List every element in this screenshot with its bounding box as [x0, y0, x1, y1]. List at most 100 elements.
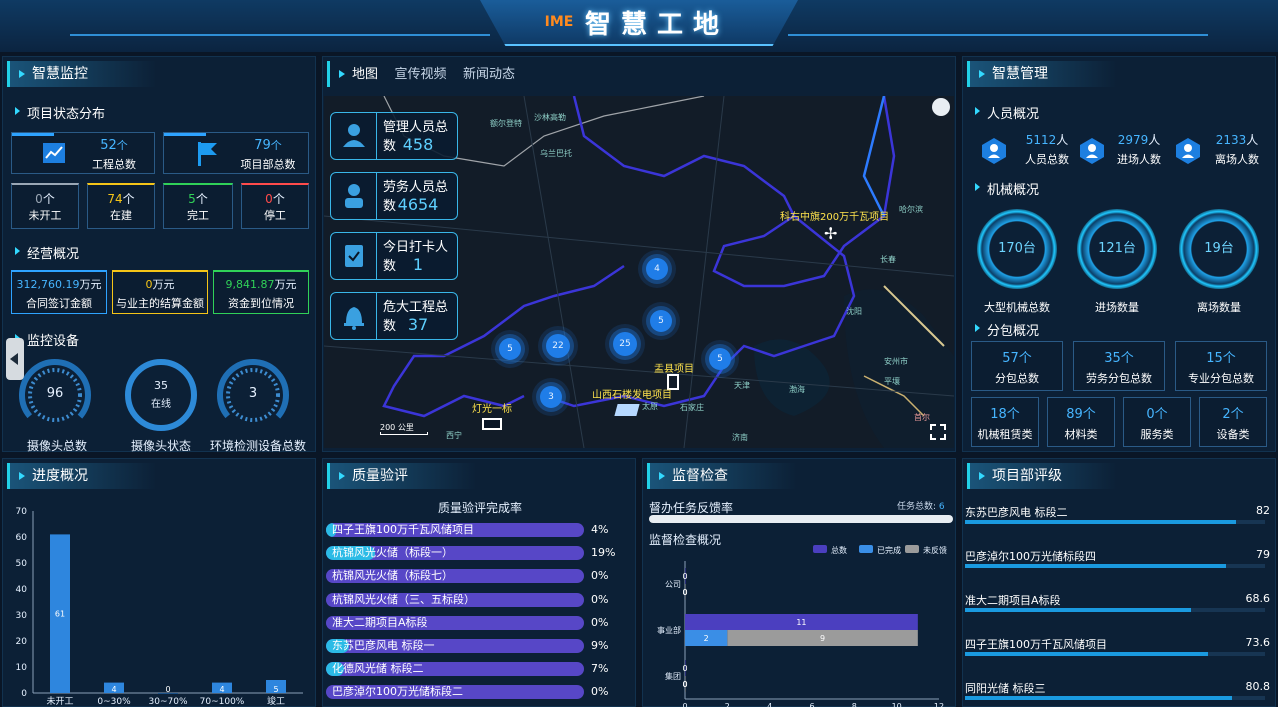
status-card-not-started[interactable]: 0个 未开工	[11, 183, 79, 229]
sub-card[interactable]: 35个 劳务分包总数	[1073, 341, 1165, 391]
camera-online-value: 35	[154, 379, 168, 392]
fullscreen-icon[interactable]	[930, 424, 946, 440]
env-device-gauge[interactable]: 3	[215, 357, 291, 433]
quality-row[interactable]: 化德风光储 标段二	[326, 662, 584, 677]
rating-name[interactable]: 东苏巴彦风电 标段二	[965, 504, 1068, 520]
business-card-contract[interactable]: 312,760.19万元 合同签订金额	[11, 270, 107, 314]
stat-danger[interactable]: 危大工程总数 37	[330, 292, 458, 340]
bar-value-label: 0	[682, 680, 687, 689]
map-scale-bar	[380, 432, 428, 435]
map-cluster[interactable]: 4	[646, 258, 668, 280]
status-card-in-progress[interactable]: 74个 在建	[87, 183, 155, 229]
people-card-total[interactable]: 5112人 人员总数	[981, 131, 1071, 171]
tab-map[interactable]: 地图	[352, 67, 378, 82]
business-card-funds[interactable]: 9,841.87万元 资金到位情况	[213, 270, 309, 314]
feedback-progress-bar	[649, 515, 953, 523]
stat-workers[interactable]: 劳务人员总数 4654	[330, 172, 458, 220]
quality-row-percent: 9%	[591, 639, 609, 652]
place-label: 额尔登特	[490, 119, 522, 128]
camera-total-gauge[interactable]: 96	[17, 357, 93, 433]
flag-icon	[198, 142, 217, 166]
rating-name[interactable]: 准大二期项目A标段	[965, 592, 1061, 608]
user-hex-icon	[1176, 138, 1200, 164]
map-cluster[interactable]: 3	[540, 386, 562, 408]
sub-title: 分包概况	[973, 320, 1039, 339]
quality-row-percent: 0%	[591, 685, 609, 699]
place-label: 石家庄	[680, 403, 704, 412]
tab-video[interactable]: 宣传视频	[394, 67, 446, 82]
quality-row-percent: 4%	[591, 523, 609, 536]
solar-panel-icon[interactable]	[614, 404, 640, 416]
sub-card[interactable]: 18个 机械租赁类	[971, 397, 1039, 447]
quality-title: 质量验评	[327, 463, 477, 489]
clipboard-check-icon	[331, 233, 377, 279]
project-label[interactable]: 科右中旗200万千瓦项目	[780, 208, 889, 223]
machine-gauge-in[interactable]: 121台	[1077, 209, 1157, 289]
quality-row[interactable]: 杭锦风光火储（标段一）	[326, 546, 584, 561]
project-label[interactable]: 山西石楼发电项目	[592, 386, 672, 401]
project-dept-card[interactable]: 79个 项目部总数	[163, 132, 309, 174]
legend-label: 未反馈	[923, 545, 947, 555]
place-label: 太原	[642, 402, 658, 411]
status-card-finished[interactable]: 5个 完工	[163, 183, 233, 229]
quality-row-name: 巴彦淖尔100万光储标段二	[332, 685, 463, 699]
camera-status-gauge[interactable]: 35 在线	[123, 357, 199, 433]
status-value: 74	[107, 192, 123, 206]
bar-value-label: 5	[273, 685, 278, 694]
quality-row[interactable]: 东苏巴彦风电 标段一	[326, 639, 584, 653]
quality-row[interactable]: 四子王旗100万千瓦风储项目	[326, 523, 584, 537]
business-value: 0	[145, 278, 153, 291]
sub-card[interactable]: 2个 设备类	[1199, 397, 1267, 447]
business-title: 经营概况	[13, 243, 79, 262]
side-collapse-handle[interactable]	[6, 338, 24, 380]
map-tabs-bar: 地图 宣传视频 新闻动态	[327, 61, 627, 87]
stat-checkin[interactable]: 今日打卡人数 1	[330, 232, 458, 280]
legend-swatch	[813, 545, 827, 553]
business-card-settlement[interactable]: 0万元 与业主的结算金额	[112, 270, 208, 314]
sub-card[interactable]: 0个 服务类	[1123, 397, 1191, 447]
business-unit: 万元	[274, 278, 297, 291]
rating-name[interactable]: 同阳光储 标段三	[965, 680, 1046, 696]
sub-card[interactable]: 57个 分包总数	[971, 341, 1063, 391]
y-tick-label: 70	[16, 507, 28, 517]
progress-title: 进度概况	[7, 463, 157, 489]
stat-managers[interactable]: 管理人员总数 458	[330, 112, 458, 160]
status-value: 0	[265, 192, 273, 206]
sub-card[interactable]: 89个 材料类	[1047, 397, 1115, 447]
page-title: 智慧工地	[585, 10, 730, 40]
people-card-out[interactable]: 2133人 离场人数	[1175, 131, 1269, 171]
x-tick-label: 2	[725, 702, 730, 707]
legend-label: 已完成	[877, 545, 901, 555]
legend-swatch	[859, 545, 873, 553]
search-icon[interactable]	[932, 98, 950, 116]
quality-row[interactable]: 巴彦淖尔100万光储标段二	[326, 685, 584, 700]
project-label[interactable]: 盂县项目	[654, 360, 694, 375]
tab-news[interactable]: 新闻动态	[463, 67, 515, 82]
map-cluster[interactable]: 5	[709, 348, 731, 370]
map-cluster[interactable]: 25	[613, 332, 637, 356]
project-total-card[interactable]: 52个 工程总数	[11, 132, 155, 174]
wind-turbine-icon[interactable]: ✢	[824, 224, 837, 243]
map-cluster[interactable]: 5	[499, 338, 521, 360]
people-card-in[interactable]: 2979人 进场人数	[1079, 131, 1169, 171]
quality-row[interactable]: 准大二期项目A标段	[326, 615, 584, 630]
quality-row[interactable]: 杭锦风光火储（三、五标段）	[326, 592, 584, 607]
sub-card[interactable]: 15个 专业分包总数	[1175, 341, 1267, 391]
project-dept-unit: 个	[270, 139, 282, 152]
sign-board-icon[interactable]	[482, 418, 502, 430]
quality-row-name: 杭锦风光火储（标段七）	[332, 569, 453, 583]
quality-row[interactable]: 杭锦风光火储（标段七）	[326, 569, 584, 584]
place-label: 乌兰巴托	[540, 149, 572, 158]
map-cluster[interactable]: 5	[650, 310, 672, 332]
place-label: 安州市	[884, 357, 908, 366]
machine-gauge-out[interactable]: 19台	[1179, 209, 1259, 289]
machine-gauge-total[interactable]: 170台	[977, 209, 1057, 289]
sub-value: 2个	[1222, 407, 1244, 422]
status-card-stopped[interactable]: 0个 停工	[241, 183, 309, 229]
map-canvas[interactable]: 管理人员总数 458 劳务人员总数 4654 今日打卡人数 1 危大工程总数 3…	[324, 96, 954, 448]
project-label[interactable]: 灯光一标	[472, 400, 512, 415]
rating-name[interactable]: 巴彦淖尔100万光储标段四	[965, 548, 1096, 564]
map-cluster[interactable]: 22	[546, 334, 570, 358]
x-tick-label: 12	[934, 702, 944, 707]
rating-name[interactable]: 四子王旗100万千瓦风储项目	[965, 636, 1107, 652]
